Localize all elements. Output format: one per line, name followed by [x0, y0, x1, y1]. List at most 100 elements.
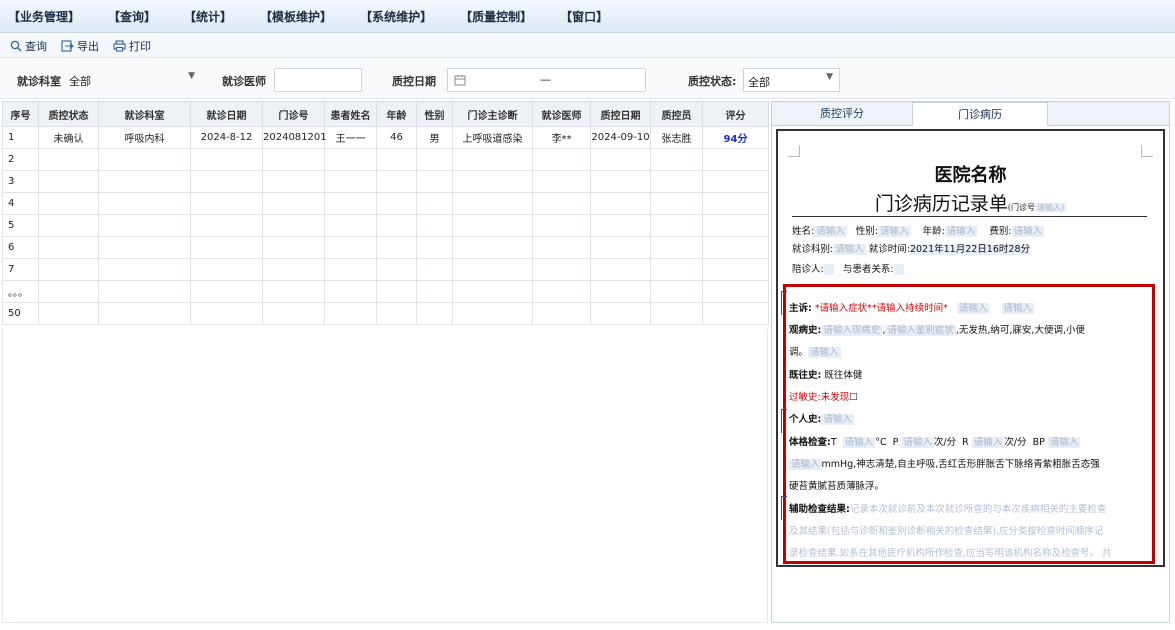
table-cell [262, 214, 325, 237]
menu-template[interactable]: 【模板维护】 [246, 8, 346, 25]
col-header[interactable]: 就诊科室 [98, 101, 191, 127]
table-cell [590, 192, 651, 215]
allergy-history: 过敏史:未发现☐ [789, 388, 858, 408]
chevron-down-icon: ▼ [826, 72, 833, 82]
table-cell [324, 214, 377, 237]
table-cell [590, 302, 651, 325]
chief-complaint: 主诉: *请输入症状**请输入持续时间* 请输入 请输入 [789, 299, 1035, 319]
menu-business[interactable]: 【业务管理】 [0, 8, 94, 25]
exam-bp-field-2[interactable]: 请输入 [789, 459, 822, 470]
table-cell: 3 [2, 170, 39, 193]
table-cell [702, 280, 769, 303]
personal-field[interactable]: 请输入 [821, 414, 854, 425]
status-select[interactable]: 全部 ▼ [743, 68, 840, 92]
table-row[interactable]: 。。。 [2, 280, 769, 303]
table-row[interactable]: 50 [2, 302, 769, 325]
col-header[interactable]: 质控员 [650, 101, 703, 127]
exam-t-field[interactable]: 请输入 [842, 437, 876, 448]
table-cell [532, 236, 591, 259]
table-cell [262, 170, 325, 193]
physical-exam-line-3: 硬苔黄腻苔质薄脉浮。 [789, 477, 884, 497]
fee-field[interactable]: 请输入 [1011, 226, 1045, 237]
hpi-field[interactable]: 请输入现病史 [821, 325, 883, 336]
col-header[interactable]: 患者姓名 [324, 101, 377, 127]
menu-stats[interactable]: 【统计】 [170, 8, 246, 25]
table-cell [702, 302, 769, 325]
dept-field[interactable]: 请输入 [833, 244, 866, 255]
relation-field[interactable] [893, 264, 904, 275]
checkbox-icon[interactable]: ☐ [849, 392, 858, 403]
menu-system[interactable]: 【系统维护】 [346, 8, 446, 25]
table-row[interactable]: 3 [2, 170, 769, 193]
table-cell [98, 192, 191, 215]
table-row[interactable]: 7 [2, 258, 769, 281]
table-cell [590, 170, 651, 193]
table-cell [702, 148, 769, 171]
table-cell [324, 280, 377, 303]
table-cell [452, 302, 533, 325]
menu-window[interactable]: 【窗口】 [546, 8, 622, 25]
table-cell [38, 214, 99, 237]
date-range-input[interactable]: — [447, 68, 646, 92]
hpi-field-2[interactable]: 请输入鉴别症状 [885, 325, 956, 336]
aux-field[interactable]: 记录本次就诊前及本次就诊所查的与本次疾病相关的主要检查 [850, 504, 1107, 515]
table-cell: 呼吸内科 [98, 126, 191, 149]
print-button[interactable]: 打印 [113, 38, 151, 54]
table-row[interactable]: 4 [2, 192, 769, 215]
col-header[interactable]: 质控日期 [590, 101, 651, 127]
cc-field-3[interactable]: 请输入 [1001, 303, 1035, 314]
col-header[interactable]: 年龄 [376, 101, 417, 127]
aux-label: 辅助检查结果: [789, 504, 850, 515]
gender-field[interactable]: 请输入 [877, 226, 911, 237]
col-header[interactable]: 质控状态 [38, 101, 99, 127]
table-cell: 。。。 [2, 280, 39, 303]
record-no-field[interactable]: 请输入) [1035, 203, 1067, 212]
exam-p-field[interactable]: 请输入 [901, 437, 934, 448]
tab-outpatient-record[interactable]: 门诊病历 [912, 102, 1048, 126]
query-button[interactable]: 查询 [10, 38, 47, 54]
physical-exam-line-1: 体格检查:T 请输入 °C P 请输入 次/分 R 请输入 次/分 BP 请输入 [789, 433, 1081, 453]
doctor-input[interactable] [274, 68, 362, 92]
col-header[interactable]: 门诊主诊断 [452, 101, 533, 127]
name-field[interactable]: 请输入 [814, 226, 847, 237]
col-header[interactable]: 就诊日期 [190, 101, 263, 127]
col-header[interactable]: 就诊医师 [532, 101, 591, 127]
col-header[interactable]: 性别 [416, 101, 453, 127]
age-field[interactable]: 请输入 [944, 226, 978, 237]
cc-field[interactable]: *请输入症状**请输入持续时间* [815, 303, 948, 314]
export-button[interactable]: 导出 [61, 38, 99, 54]
aux-exam-line-1: 辅助检查结果:记录本次就诊前及本次就诊所查的与本次疾病相关的主要检查 [789, 500, 1144, 520]
table-row[interactable]: 5 [2, 214, 769, 237]
table-cell: 上呼吸道感染 [452, 126, 533, 149]
table-cell [98, 258, 191, 281]
table-row[interactable]: 2 [2, 148, 769, 171]
table-cell: 2 [2, 148, 39, 171]
table-cell [532, 170, 591, 193]
col-header[interactable]: 序号 [2, 101, 39, 127]
table-cell [702, 236, 769, 259]
col-header[interactable]: 门诊号 [262, 101, 325, 127]
hpi-field-3[interactable]: 请输入 [808, 347, 841, 358]
exam-bp-field[interactable]: 请输入 [1047, 437, 1081, 448]
table-cell [532, 192, 591, 215]
table-cell [452, 148, 533, 171]
table-cell [532, 280, 591, 303]
table-cell [416, 258, 453, 281]
patient-info-row-2: 就诊科别: 请输入 就诊时间:2021年11月22日16时28分 [792, 241, 1030, 255]
cc-field-2[interactable]: 请输入 [956, 303, 990, 314]
table-cell [590, 236, 651, 259]
col-header[interactable]: 评分 [702, 101, 769, 127]
hpi-text: ,无发热,纳可,寐安,大便调,小便 [955, 325, 1085, 336]
menu-quality[interactable]: 【质量控制】 [446, 8, 546, 25]
record-title: 门诊病历记录单(门诊号 请输入) [778, 189, 1163, 216]
dept-select[interactable]: 全部 ▼ [65, 68, 201, 92]
menu-query[interactable]: 【查询】 [94, 8, 170, 25]
table-row[interactable]: 6 [2, 236, 769, 259]
visit-time-label: 就诊时间: [868, 244, 910, 255]
exam-unit: 次/分 [1004, 437, 1027, 448]
exam-r-field[interactable]: 请输入 [971, 437, 1005, 448]
tab-quality-score[interactable]: 质控评分 [772, 102, 912, 126]
visit-time-value[interactable]: 2021年11月22日16时28分 [909, 244, 1030, 255]
companion-field[interactable] [823, 264, 834, 275]
table-row[interactable]: 1 未确认 呼吸内科 2024-8-12 2024081201 王一一 46 男上呼吸道感染李… [2, 126, 769, 149]
